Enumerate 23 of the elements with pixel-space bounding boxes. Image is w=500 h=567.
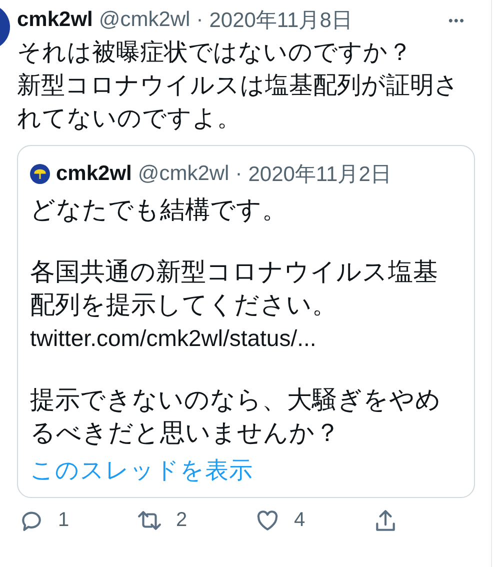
author-name[interactable]: cmk2wl (56, 162, 132, 186)
tweet-text: それは被曝症状ではないのですか？ (17, 38, 413, 68)
like-count: 4 (294, 509, 306, 532)
tweet-date[interactable]: 2020年11月8日 (209, 6, 352, 34)
reply-count: 1 (58, 509, 70, 532)
quoted-tweet-text: 各国共通の新型コロナウイルス塩基配列を提示してください。 (30, 257, 439, 321)
heart-icon[interactable] (255, 508, 280, 533)
share-icon[interactable] (373, 508, 398, 533)
more-options-button[interactable]: ••• (448, 12, 465, 28)
retweet-icon[interactable] (137, 508, 162, 533)
avatar-icon[interactable] (30, 164, 50, 184)
tweet-date[interactable]: 2020年11月2日 (248, 160, 392, 188)
tweet-text: 新型コロナウイルスは塩基配列が証明されてないのですよ。 (17, 71, 460, 134)
separator-dot: · (196, 8, 204, 32)
separator-dot: · (235, 162, 242, 186)
tweet-link[interactable]: twitter.com/cmk2wl/status/... (30, 322, 462, 355)
retweet-count: 2 (176, 509, 188, 532)
quoted-tweet-text: 提示できないのなら、大騒ぎをやめるべきだと思いませんか？ (30, 385, 442, 449)
quoted-tweet-card[interactable]: cmk2wl @cmk2wl · 2020年11月2日 どなたでも結構です。 各国共通の新型コロナウイルス塩基配列を提示してください。 twitter.com/cmk2wl/status/... 提示できないのなら、大騒ぎをやめるべきだと思いませんか？ このスレッドを表示 (17, 145, 475, 498)
author-handle[interactable]: @cmk2wl (98, 8, 190, 32)
author-name[interactable]: cmk2wl (17, 8, 93, 32)
author-handle[interactable]: @cmk2wl (138, 162, 230, 186)
quoted-tweet-text: どなたでも結構です。 (30, 195, 288, 226)
